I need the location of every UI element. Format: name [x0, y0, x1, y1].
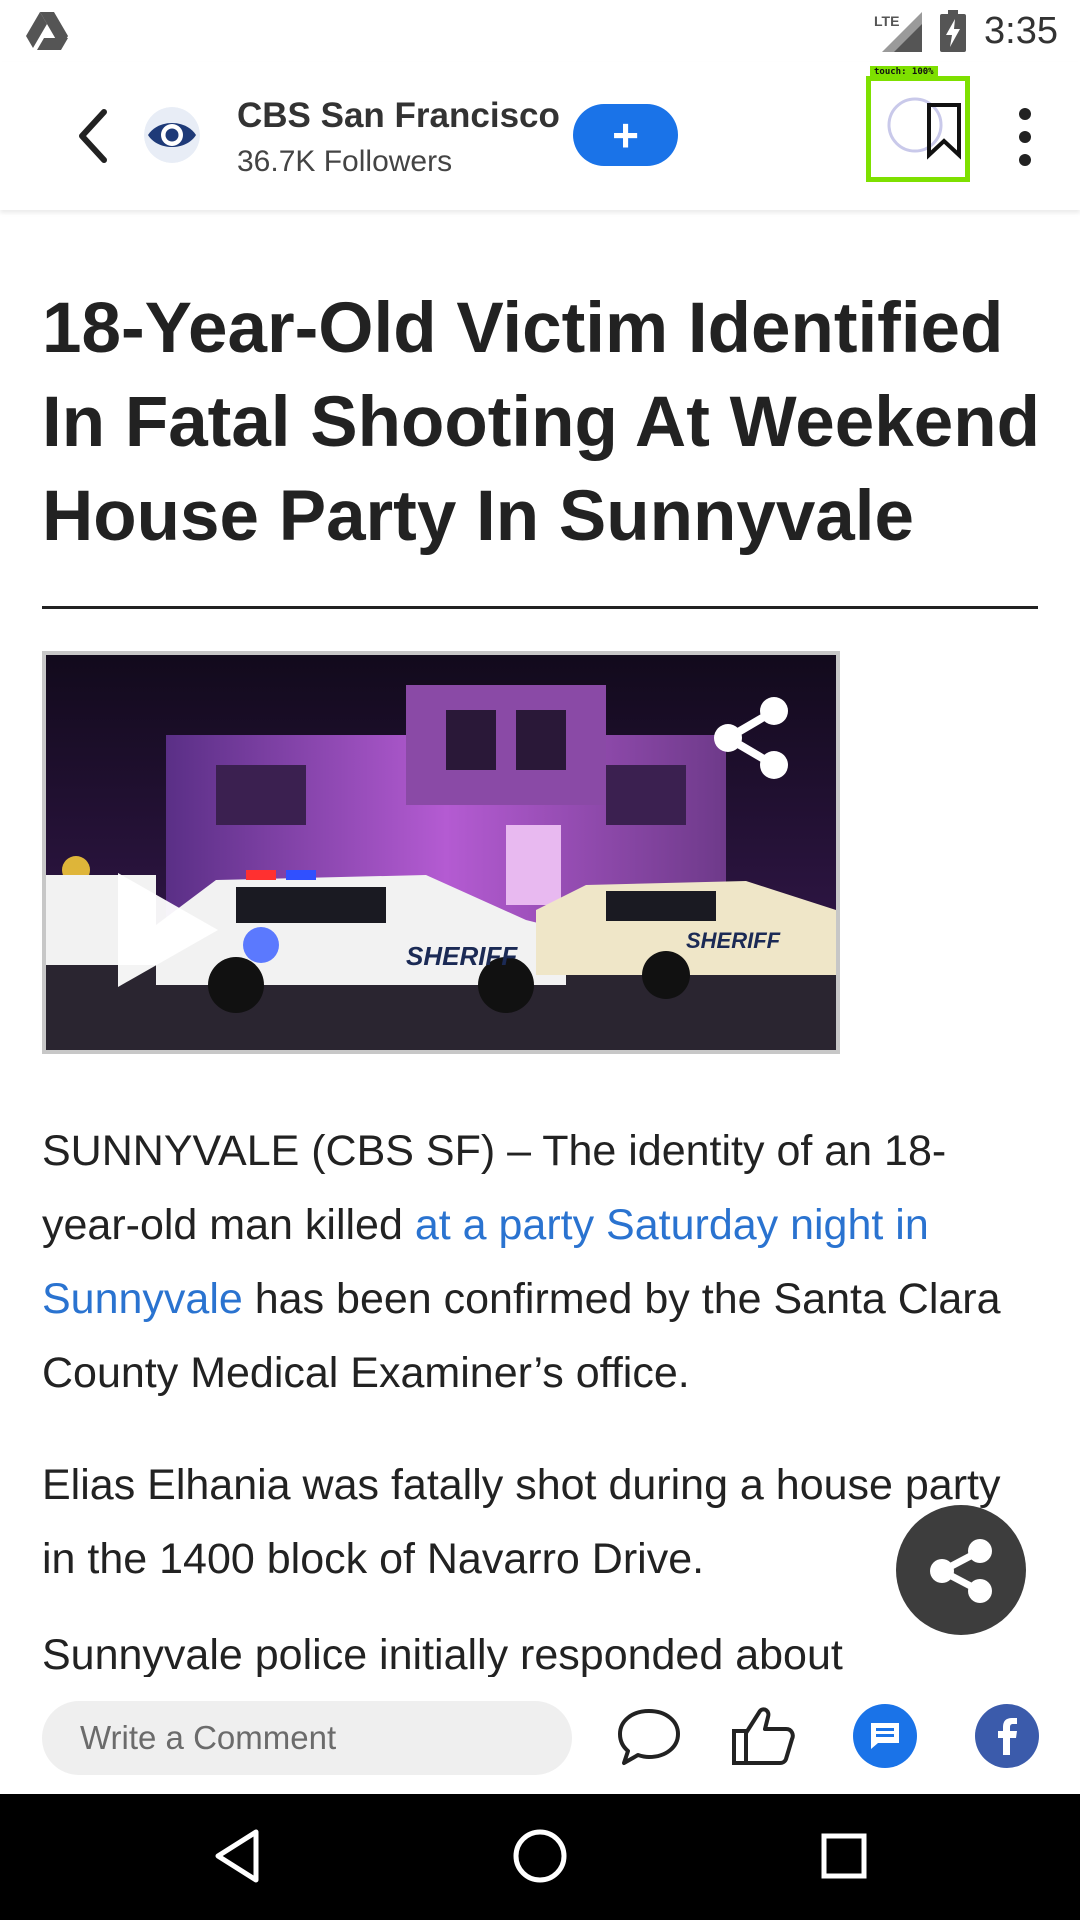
- touch-indicator-label: touch: 100%: [870, 66, 938, 78]
- source-name[interactable]: CBS San Francisco: [237, 96, 560, 136]
- network-type: LTE: [874, 13, 899, 29]
- follow-button[interactable]: +: [573, 104, 678, 166]
- back-arrow-icon[interactable]: [70, 106, 120, 166]
- status-bar: LTE 3:35: [0, 0, 1080, 62]
- drive-icon: [26, 12, 68, 50]
- article-paragraph: Elias Elhania was fatally shot during a …: [42, 1461, 1001, 1583]
- car-label: SHERIFF: [406, 941, 518, 971]
- status-indicators: LTE 3:35: [874, 8, 1058, 54]
- play-icon[interactable]: [108, 865, 228, 995]
- share-icon: [930, 1539, 992, 1603]
- system-nav-bar: [0, 1794, 1080, 1920]
- nav-home-icon[interactable]: [508, 1824, 572, 1888]
- headline-divider: [42, 606, 1038, 609]
- nav-back-icon[interactable]: [206, 1824, 270, 1888]
- status-time: 3:35: [984, 9, 1058, 52]
- article-paragraph: Sunnyvale police initially responded abo…: [42, 1631, 843, 1678]
- nav-recents-icon[interactable]: [812, 1824, 876, 1888]
- thumbs-up-icon[interactable]: [730, 1703, 796, 1769]
- car-label: SHERIFF: [686, 928, 781, 953]
- cbs-eye-logo[interactable]: [144, 107, 200, 163]
- message-icon[interactable]: [852, 1703, 918, 1769]
- facebook-icon[interactable]: [974, 1703, 1040, 1769]
- follow-button-label: +: [612, 109, 639, 161]
- article-paragraph: SUNNYVALE (CBS SF) – The identity of an …: [42, 1114, 1042, 1410]
- share-fab-button[interactable]: [896, 1505, 1026, 1635]
- bottom-action-bar: [0, 1677, 1080, 1794]
- follower-count: 36.7K Followers: [237, 145, 453, 178]
- video-player[interactable]: SHERIFF SHERIFF: [42, 651, 840, 1054]
- signal-icon: LTE: [874, 12, 923, 52]
- comment-input[interactable]: [42, 1701, 572, 1775]
- bookmark-icon: [887, 97, 961, 160]
- app-header: CBS San Francisco 36.7K Followers + touc…: [0, 62, 1080, 210]
- battery-charging-icon: [940, 10, 967, 52]
- share-icon[interactable]: [706, 693, 796, 783]
- bookmark-button[interactable]: [866, 76, 970, 182]
- more-vert-icon[interactable]: [1010, 106, 1040, 168]
- comment-bubble-icon[interactable]: [616, 1703, 682, 1769]
- article-headline: 18-Year-Old Victim Identified In Fatal S…: [42, 289, 1040, 556]
